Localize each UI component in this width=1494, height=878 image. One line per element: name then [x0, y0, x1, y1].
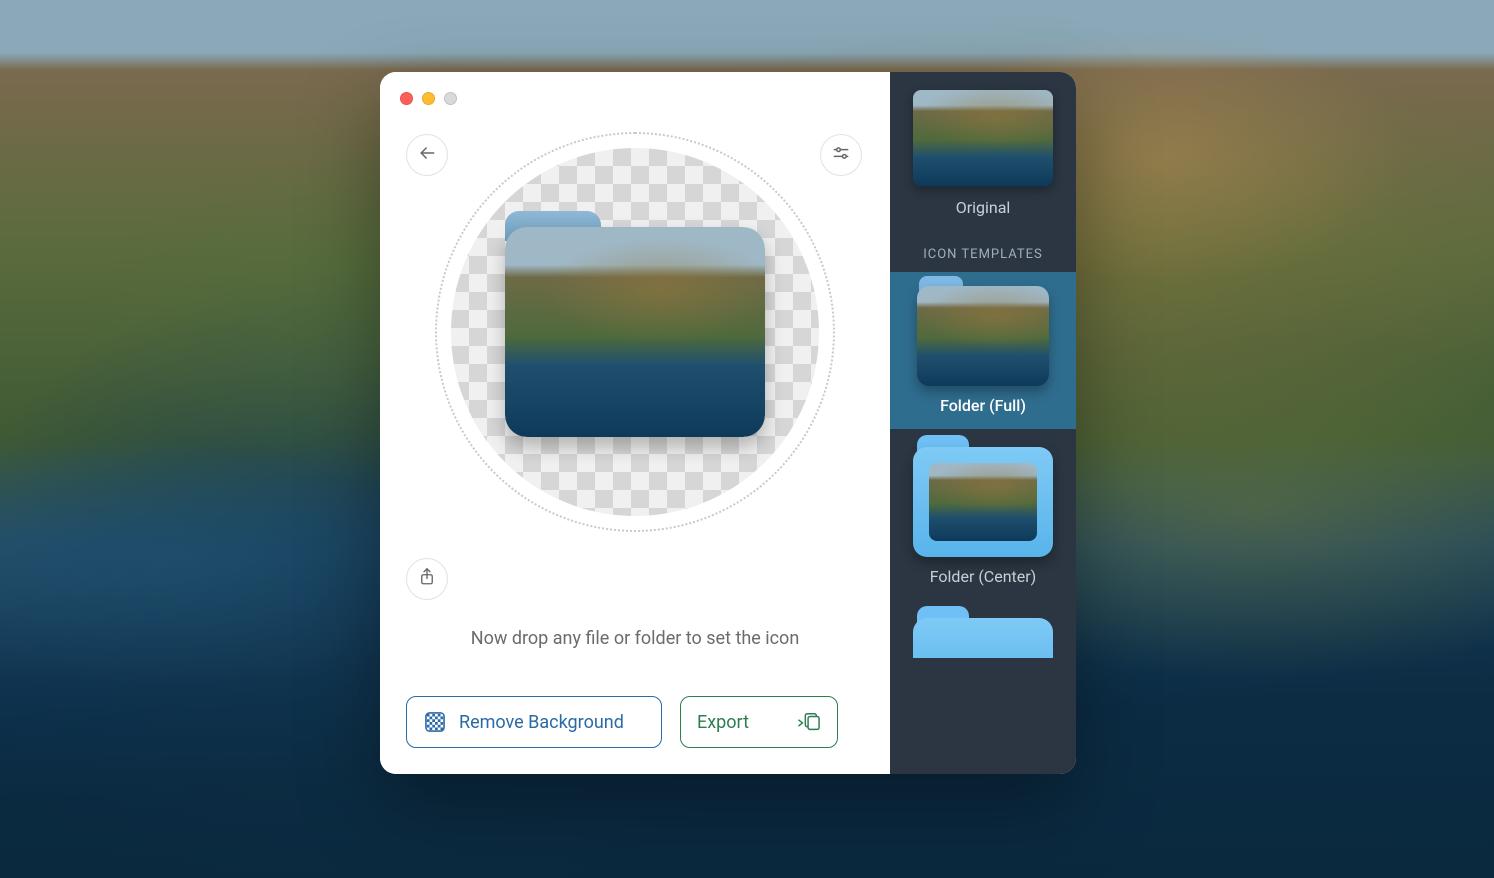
checker-background-icon [423, 710, 447, 734]
preview-folder-icon [505, 227, 765, 437]
window-controls [400, 92, 457, 105]
folder-partial-thumbnail [913, 618, 1053, 658]
templates-section-header: ICON TEMPLATES [890, 231, 1076, 272]
folder-full-thumbnail [917, 286, 1049, 386]
minimize-window-button[interactable] [422, 92, 435, 105]
template-sidebar: Original ICON TEMPLATES Folder (Full) Fo… [890, 72, 1076, 774]
app-window: Now drop any file or folder to set the i… [380, 72, 1076, 774]
back-arrow-icon [417, 143, 437, 167]
original-thumbnail-item[interactable]: Original [890, 72, 1076, 231]
template-folder-partial[interactable] [890, 600, 1076, 658]
original-thumbnail [913, 90, 1053, 186]
close-window-button[interactable] [400, 92, 413, 105]
template-label: Folder (Center) [904, 567, 1062, 586]
share-button[interactable] [406, 558, 448, 600]
template-label: Folder (Full) [904, 396, 1062, 415]
share-icon [418, 567, 436, 591]
template-folder-full[interactable]: Folder (Full) [890, 272, 1076, 429]
action-buttons-row: Remove Background Export [406, 696, 862, 748]
main-panel: Now drop any file or folder to set the i… [380, 72, 890, 774]
template-folder-center[interactable]: Folder (Center) [890, 429, 1076, 600]
export-button[interactable]: Export [680, 696, 838, 748]
original-label: Original [904, 198, 1062, 217]
desktop-wallpaper: Now drop any file or folder to set the i… [0, 0, 1494, 878]
remove-background-label: Remove Background [459, 712, 624, 733]
remove-background-button[interactable]: Remove Background [406, 696, 662, 748]
export-label: Export [697, 712, 749, 733]
icon-preview-dropzone[interactable] [435, 132, 835, 532]
export-stack-icon [797, 710, 821, 734]
zoom-window-button[interactable] [444, 92, 457, 105]
drop-hint-text: Now drop any file or folder to set the i… [380, 628, 890, 649]
folder-center-thumbnail [913, 447, 1053, 557]
